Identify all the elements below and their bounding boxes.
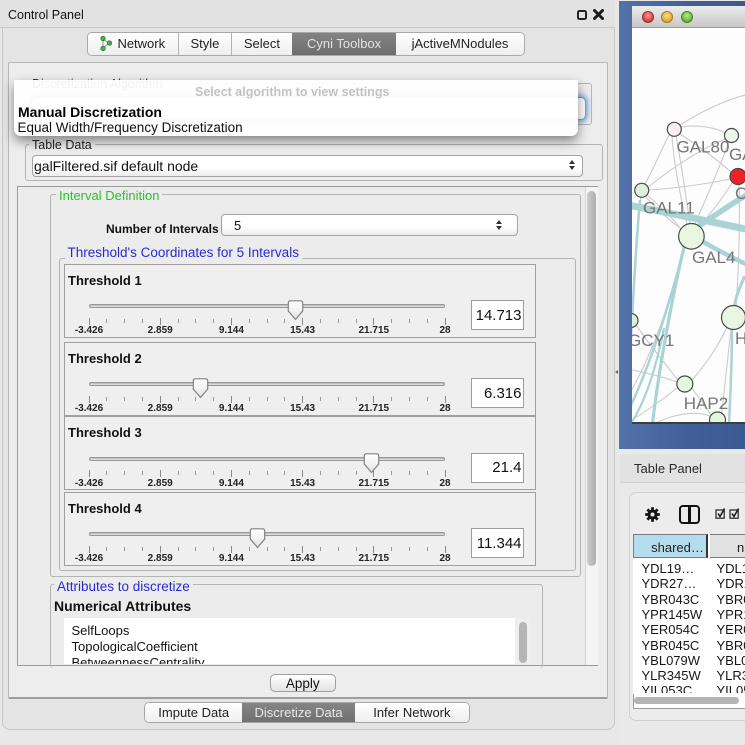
svg-text:GAL11: GAL11	[643, 199, 695, 218]
svg-text:HAP2: HAP2	[684, 394, 728, 413]
svg-text:GAL4: GAL4	[692, 248, 735, 267]
svg-text:CY: CY	[735, 184, 745, 203]
svg-text:H: H	[735, 329, 745, 348]
svg-text:GAL80: GAL80	[677, 138, 730, 157]
svg-text:GCY1: GCY1	[632, 331, 674, 350]
svg-text:GA: GA	[729, 145, 745, 164]
